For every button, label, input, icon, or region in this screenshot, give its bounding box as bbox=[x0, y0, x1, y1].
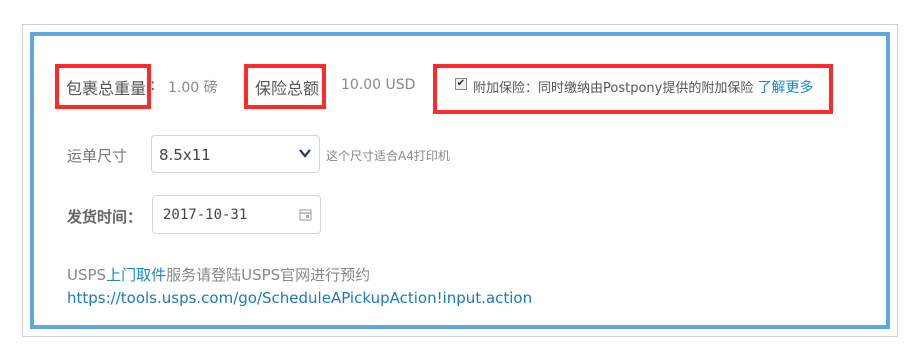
ship-date-label: 发货时间： bbox=[67, 208, 143, 226]
ship-date-input[interactable]: 2017-10-31 bbox=[152, 195, 321, 234]
pickup-link[interactable]: 上门取件 bbox=[106, 266, 166, 284]
calendar-icon[interactable] bbox=[299, 208, 312, 221]
insurance-highlight-box bbox=[244, 64, 326, 109]
label-size-selected: 8.5x11 bbox=[159, 146, 211, 164]
pickup-note-pre: USPS bbox=[67, 266, 107, 284]
pickup-note: USPS上门取件服务请登陆USPS官网进行预约 bbox=[67, 264, 370, 285]
ship-date-value: 2017-10-31 bbox=[163, 207, 248, 223]
addon-highlight-box bbox=[433, 64, 833, 114]
usps-pickup-url[interactable]: https://tools.usps.com/go/ScheduleAPicku… bbox=[67, 289, 532, 307]
label-size-select[interactable]: 8.5x11 bbox=[151, 135, 320, 173]
label-size-hint: 这个尺寸适合A4打印机 bbox=[326, 149, 450, 163]
pickup-note-post: 服务请登陆USPS官网进行预约 bbox=[166, 266, 371, 284]
chevron-down-icon bbox=[299, 149, 311, 158]
weight-highlight-box bbox=[55, 64, 151, 109]
insurance-value: 10.00 USD bbox=[341, 77, 416, 93]
label-size-label: 运单尺寸 bbox=[67, 147, 128, 165]
weight-value: 1.00 磅 bbox=[168, 80, 218, 96]
